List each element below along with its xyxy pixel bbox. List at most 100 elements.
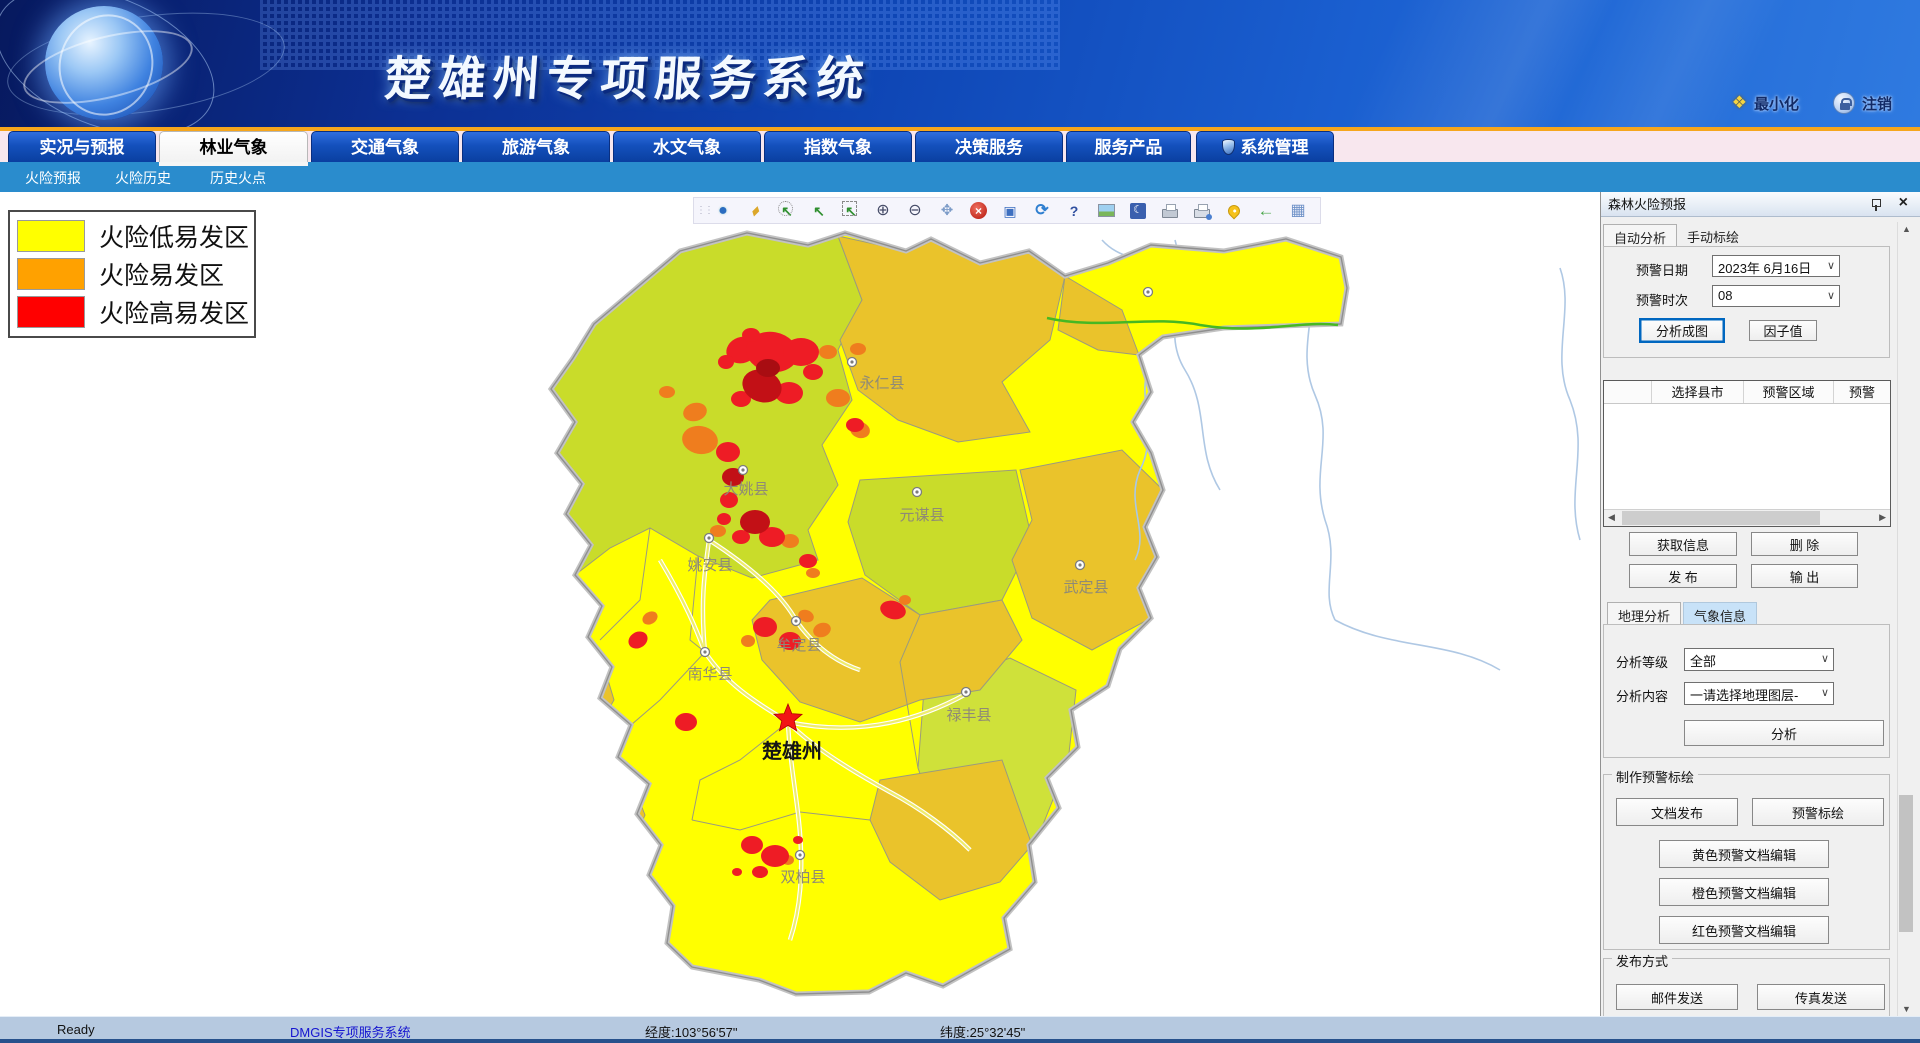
- get-info-button[interactable]: 获取信息: [1629, 532, 1737, 556]
- previous-view-icon[interactable]: ←: [1254, 199, 1278, 222]
- publish-button[interactable]: 发 布: [1629, 564, 1737, 588]
- map-toolbar: ⋮⋮ ● ▰ ↖ ↖ ↖ ⊕ ⊖ ✥ × ▣ ⟳ ? ☾ ← ▦: [693, 197, 1321, 224]
- pan-hand-icon[interactable]: ✥: [935, 199, 959, 222]
- column-header-county[interactable]: 选择县市: [1652, 381, 1744, 403]
- tab-auto-analysis[interactable]: 自动分析: [1603, 224, 1677, 247]
- plotting-group-title: 制作预警标绘: [1612, 767, 1698, 786]
- forest-fire-panel: 森林火险预报 × 自动分析 手动标绘 预警日期 2023年 6月16日∨ 预警时…: [1600, 192, 1920, 1016]
- tab-geo-analysis[interactable]: 地理分析: [1607, 602, 1681, 625]
- zoom-out-icon[interactable]: ⊖: [903, 199, 927, 222]
- county-label: 永仁县: [859, 375, 904, 392]
- status-ready: Ready: [57, 1022, 95, 1037]
- fax-send-button[interactable]: 传真发送: [1757, 984, 1885, 1010]
- county-label: 禄丰县: [946, 707, 991, 724]
- analysis-level-combobox[interactable]: 全部∨: [1684, 648, 1834, 671]
- tab-weather-info[interactable]: 气象信息: [1683, 602, 1757, 625]
- night-view-icon[interactable]: ☾: [1130, 203, 1146, 219]
- globe-logo-icon: [45, 6, 163, 120]
- select-by-circle-icon[interactable]: ↖: [775, 199, 799, 222]
- tab-hydrology-weather[interactable]: 水文气象: [613, 131, 761, 162]
- status-system-link[interactable]: DMGIS专项服务系统: [290, 1022, 411, 1041]
- delete-button[interactable]: 删 除: [1751, 532, 1858, 556]
- analysis-sub-tabs: 地理分析 气象信息: [1607, 602, 1757, 625]
- panel-close-icon[interactable]: ×: [1899, 194, 1908, 212]
- table-header: 选择县市 预警区域 预警: [1604, 381, 1890, 404]
- print-setup-icon[interactable]: [1190, 199, 1214, 222]
- legend-swatch-mid: [17, 258, 85, 290]
- lock-icon: [1833, 92, 1855, 114]
- yellow-warning-doc-button[interactable]: 黄色预警文档编辑: [1659, 840, 1829, 868]
- column-header-region[interactable]: 预警区域: [1744, 381, 1834, 403]
- output-button[interactable]: 输 出: [1751, 564, 1858, 588]
- warn-date-label: 预警日期: [1636, 260, 1688, 279]
- column-header-warning[interactable]: 预警: [1834, 381, 1890, 403]
- tab-forestry-weather[interactable]: 林业气象: [159, 131, 308, 162]
- county-label: 双柏县: [780, 869, 825, 886]
- analyze-button[interactable]: 分析: [1684, 720, 1884, 746]
- table-hscrollbar[interactable]: ◀ ▶: [1604, 509, 1890, 526]
- select-arrow-icon[interactable]: ↖: [807, 199, 831, 222]
- export-image-icon[interactable]: [1094, 199, 1118, 222]
- tab-decision-service[interactable]: 决策服务: [915, 131, 1063, 162]
- tab-live-forecast[interactable]: 实况与预报: [8, 131, 156, 162]
- scroll-right-icon[interactable]: ▶: [1879, 512, 1886, 523]
- email-send-button[interactable]: 邮件发送: [1616, 984, 1738, 1010]
- warn-date-combobox[interactable]: 2023年 6月16日∨: [1712, 255, 1840, 277]
- analyze-map-button[interactable]: 分析成图: [1639, 318, 1725, 343]
- warning-table[interactable]: 选择县市 预警区域 预警 ◀ ▶: [1603, 380, 1891, 527]
- subnav-fire-forecast[interactable]: 火险预报: [25, 168, 81, 188]
- tab-traffic-weather[interactable]: 交通气象: [311, 131, 459, 162]
- risk-legend: 火险低易发区 火险易发区 火险高易发区: [8, 210, 256, 338]
- county-label: 南华县: [687, 666, 732, 683]
- analysis-content-label: 分析内容: [1616, 686, 1668, 705]
- red-warning-doc-button[interactable]: 红色预警文档编辑: [1659, 916, 1829, 944]
- measure-ruler-icon[interactable]: ▰: [743, 199, 767, 222]
- map-canvas[interactable]: 永仁县 元谋县 大姚县 姚安县 武定县 南华县 牟定县 禄丰县 双柏县 楚雄州 …: [0, 192, 1600, 1016]
- factor-value-button[interactable]: 因子值: [1749, 320, 1817, 341]
- tab-manual-plot[interactable]: 手动标绘: [1677, 224, 1749, 247]
- poi-marker-icon[interactable]: [1222, 199, 1246, 222]
- vscroll-thumb[interactable]: [1899, 795, 1913, 932]
- identify-query-icon[interactable]: ?: [1062, 199, 1086, 222]
- scroll-left-icon[interactable]: ◀: [1608, 512, 1615, 523]
- analysis-content-combobox[interactable]: 一请选择地理图层- ∨: [1684, 682, 1834, 705]
- tab-service-products[interactable]: 服务产品: [1066, 131, 1191, 162]
- legend-swatch-high: [17, 296, 85, 328]
- zoom-window-icon[interactable]: ▣: [998, 199, 1022, 222]
- warn-time-combobox[interactable]: 08∨: [1712, 285, 1840, 307]
- warning-plot-button[interactable]: 预警标绘: [1752, 798, 1884, 826]
- select-by-polygon-icon[interactable]: ↖: [839, 199, 863, 222]
- tab-index-weather[interactable]: 指数气象: [764, 131, 912, 162]
- banner: 楚雄州专项服务系统 ❖ 最小化 注销: [0, 0, 1920, 127]
- subnav-fire-history[interactable]: 火险历史: [115, 168, 171, 188]
- orange-warning-doc-button[interactable]: 橙色预警文档编辑: [1659, 878, 1829, 906]
- column-header[interactable]: [1604, 381, 1652, 403]
- subnav-historic-firepoints[interactable]: 历史火点: [210, 168, 266, 188]
- tab-system-management[interactable]: 系统管理: [1196, 131, 1334, 162]
- application-window: 楚雄州专项服务系统 ❖ 最小化 注销 实况与预报 林业气象 交通气象 旅游气象 …: [0, 0, 1920, 1043]
- full-extent-globe-icon[interactable]: ●: [711, 199, 735, 222]
- hscroll-thumb[interactable]: [1622, 511, 1820, 525]
- toolbar-grip[interactable]: ⋮⋮: [696, 206, 703, 215]
- publish-group-title: 发布方式: [1612, 951, 1672, 970]
- scroll-up-icon[interactable]: ▲: [1902, 224, 1911, 234]
- logout-button[interactable]: 注销: [1833, 92, 1892, 114]
- prefecture-label: 楚雄州: [762, 739, 822, 763]
- overview-map-icon[interactable]: ▦: [1286, 199, 1310, 222]
- doc-publish-button[interactable]: 文档发布: [1616, 798, 1738, 826]
- minimize-button[interactable]: ❖ 最小化: [1732, 93, 1799, 114]
- tab-tourism-weather[interactable]: 旅游气象: [462, 131, 610, 162]
- panel-tabs: 自动分析 手动标绘: [1603, 224, 1749, 247]
- minimize-icon: ❖: [1732, 93, 1747, 113]
- status-longitude: 经度:103°56'57": [645, 1022, 738, 1041]
- refresh-map-icon[interactable]: ⟳: [1030, 199, 1054, 222]
- zoom-in-icon[interactable]: ⊕: [871, 199, 895, 222]
- county-label: 大姚县: [723, 481, 768, 498]
- dock-pin-icon[interactable]: [1871, 198, 1880, 211]
- print-icon[interactable]: [1158, 199, 1182, 222]
- cancel-operation-icon[interactable]: ×: [970, 202, 987, 219]
- legend-row: 火险易发区: [17, 255, 254, 293]
- panel-vscrollbar[interactable]: ▲ ▼: [1897, 222, 1914, 1016]
- scroll-down-icon[interactable]: ▼: [1902, 1004, 1911, 1014]
- warn-time-label: 预警时次: [1636, 290, 1688, 309]
